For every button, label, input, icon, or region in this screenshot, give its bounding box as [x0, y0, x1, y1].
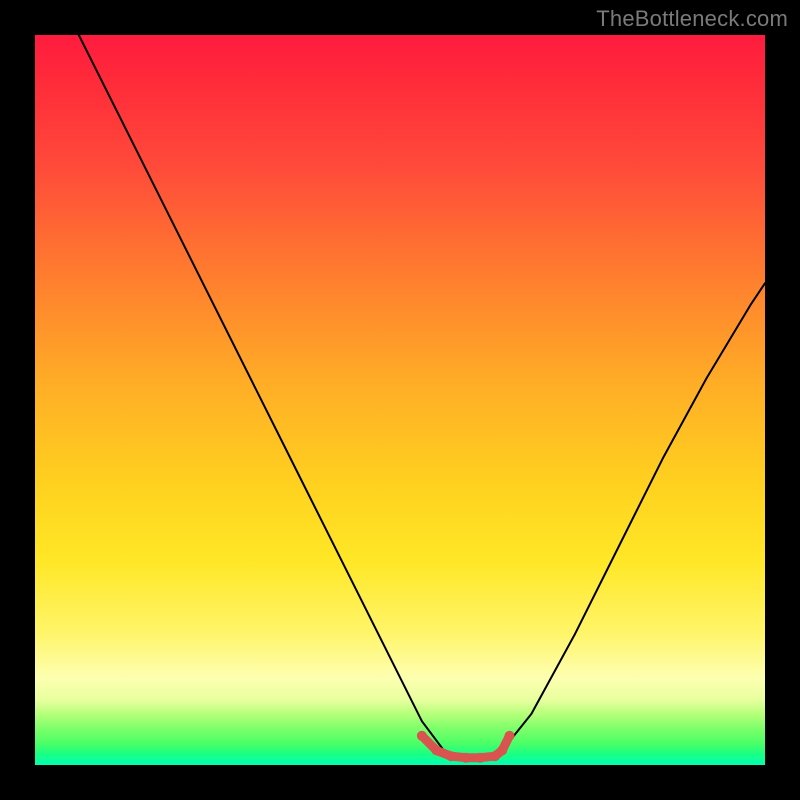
valley-marker-dot — [497, 745, 507, 755]
watermark-text: TheBottleneck.com — [596, 6, 788, 32]
curve-layer — [35, 35, 765, 765]
valley-marker-dot — [446, 751, 456, 761]
valley-marker-dot — [475, 753, 485, 763]
plot-area — [35, 35, 765, 765]
main-curve — [79, 35, 765, 758]
valley-marker-dot — [417, 731, 427, 741]
valley-marker-dot — [505, 731, 515, 741]
valley-marker-dot — [461, 753, 471, 763]
valley-marker-dot — [432, 745, 442, 755]
chart-frame: TheBottleneck.com — [0, 0, 800, 800]
